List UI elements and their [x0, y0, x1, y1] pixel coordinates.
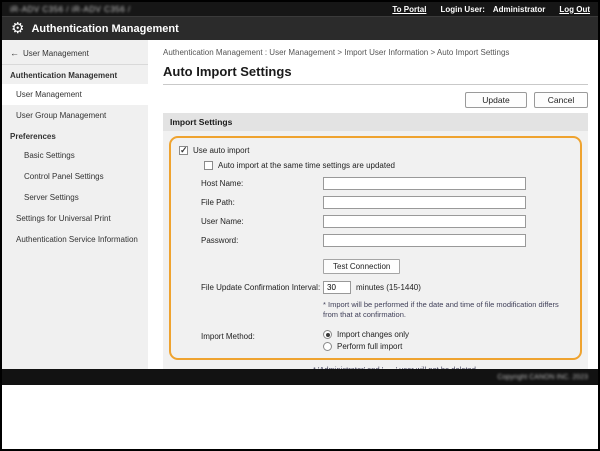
sidebar-section-authentication-management: Authentication Management — [2, 65, 148, 84]
interval-input[interactable] — [323, 281, 351, 294]
perform-full-import-label: Perform full import — [337, 342, 402, 351]
user-name-row: User Name: — [201, 215, 572, 228]
user-name-input[interactable] — [323, 215, 526, 228]
use-auto-import-label: Use auto import — [193, 146, 249, 155]
auto-import-same-time-checkbox[interactable] — [204, 161, 213, 170]
action-buttons: Update Cancel — [163, 92, 588, 108]
cancel-button[interactable]: Cancel — [534, 92, 588, 108]
top-bar: iR-ADV C356 / iR-ADV C356 / To Portal Lo… — [2, 2, 598, 16]
update-button[interactable]: Update — [465, 92, 527, 108]
test-connection-row: Test Connection — [323, 256, 572, 274]
host-name-input[interactable] — [323, 177, 526, 190]
import-changes-only-option[interactable]: Import changes only — [323, 330, 409, 339]
import-method-options: Import changes only Perform full import — [323, 330, 409, 351]
import-method-row: Import Method: Import changes only Perfo… — [201, 330, 572, 351]
interval-label: File Update Confirmation Interval: — [201, 283, 323, 292]
empty-area — [2, 385, 598, 449]
sidebar: ← User Management Authentication Managem… — [2, 40, 148, 369]
import-changes-only-label: Import changes only — [337, 330, 409, 339]
app-title: Authentication Management — [31, 23, 178, 35]
import-changes-only-radio[interactable] — [323, 330, 332, 339]
perform-full-import-radio[interactable] — [323, 342, 332, 351]
password-row: Password: — [201, 234, 572, 247]
copyright-blurred: Copyright CANON INC. 2023 — [497, 374, 588, 381]
login-user-value: Administrator — [493, 5, 545, 14]
test-connection-button[interactable]: Test Connection — [323, 259, 400, 274]
sidebar-back-label: User Management — [23, 49, 89, 58]
interval-row: File Update Confirmation Interval: minut… — [201, 281, 572, 294]
sidebar-item-user-management[interactable]: User Management — [2, 84, 148, 105]
back-arrow-icon: ← — [10, 48, 19, 58]
breadcrumb: Authentication Management : User Managem… — [163, 46, 588, 57]
sidebar-item-auth-service-information[interactable]: Authentication Service Information — [2, 229, 148, 250]
use-auto-import-checkbox[interactable] — [179, 146, 188, 155]
page-body: ← User Management Authentication Managem… — [2, 40, 598, 369]
device-name-blurred: iR-ADV C356 / iR-ADV C356 / — [10, 5, 131, 14]
sidebar-back-user-management[interactable]: ← User Management — [2, 42, 148, 65]
to-portal-link[interactable]: To Portal — [392, 5, 426, 14]
sidebar-item-settings-universal-print[interactable]: Settings for Universal Print — [2, 208, 148, 229]
main-content: Authentication Management : User Managem… — [148, 40, 598, 369]
user-name-label: User Name: — [201, 217, 323, 226]
auto-import-same-time-label: Auto import at the same time settings ar… — [218, 161, 395, 170]
interval-suffix: minutes (15-1440) — [356, 283, 421, 292]
host-name-row: Host Name: — [201, 177, 572, 190]
page-title: Auto Import Settings — [163, 64, 588, 85]
import-settings-section: Import Settings Use auto import Auto imp… — [163, 113, 588, 384]
app-title-bar: ⚙ Authentication Management — [2, 16, 598, 40]
password-input[interactable] — [323, 234, 526, 247]
password-label: Password: — [201, 236, 323, 245]
log-out-link[interactable]: Log Out — [559, 5, 590, 14]
remote-ui-window: iR-ADV C356 / iR-ADV C356 / To Portal Lo… — [0, 0, 600, 451]
sidebar-item-user-group-management[interactable]: User Group Management — [2, 105, 148, 126]
footer-bar: Copyright CANON INC. 2023 — [2, 369, 598, 385]
file-path-row: File Path: — [201, 196, 572, 209]
host-name-label: Host Name: — [201, 179, 323, 188]
use-auto-import-row: Use auto import — [179, 146, 572, 155]
login-user-label: Login User: — [440, 5, 484, 14]
file-path-label: File Path: — [201, 198, 323, 207]
topbar-links: To Portal Login User: Administrator Log … — [392, 5, 590, 14]
gear-icon: ⚙ — [11, 21, 24, 36]
auto-import-fieldset: Use auto import Auto import at the same … — [169, 136, 582, 360]
login-user: Login User: Administrator — [440, 5, 545, 14]
sidebar-section-preferences: Preferences — [2, 126, 148, 145]
sidebar-item-server-settings[interactable]: Server Settings — [2, 187, 148, 208]
interval-note: * Import will be performed if the date a… — [323, 300, 572, 320]
import-method-label: Import Method: — [201, 330, 323, 351]
file-path-input[interactable] — [323, 196, 526, 209]
perform-full-import-option[interactable]: Perform full import — [323, 342, 409, 351]
sidebar-item-basic-settings[interactable]: Basic Settings — [2, 145, 148, 166]
sidebar-item-control-panel-settings[interactable]: Control Panel Settings — [2, 166, 148, 187]
import-settings-header: Import Settings — [163, 113, 588, 131]
auto-import-same-time-row: Auto import at the same time settings ar… — [204, 161, 572, 170]
